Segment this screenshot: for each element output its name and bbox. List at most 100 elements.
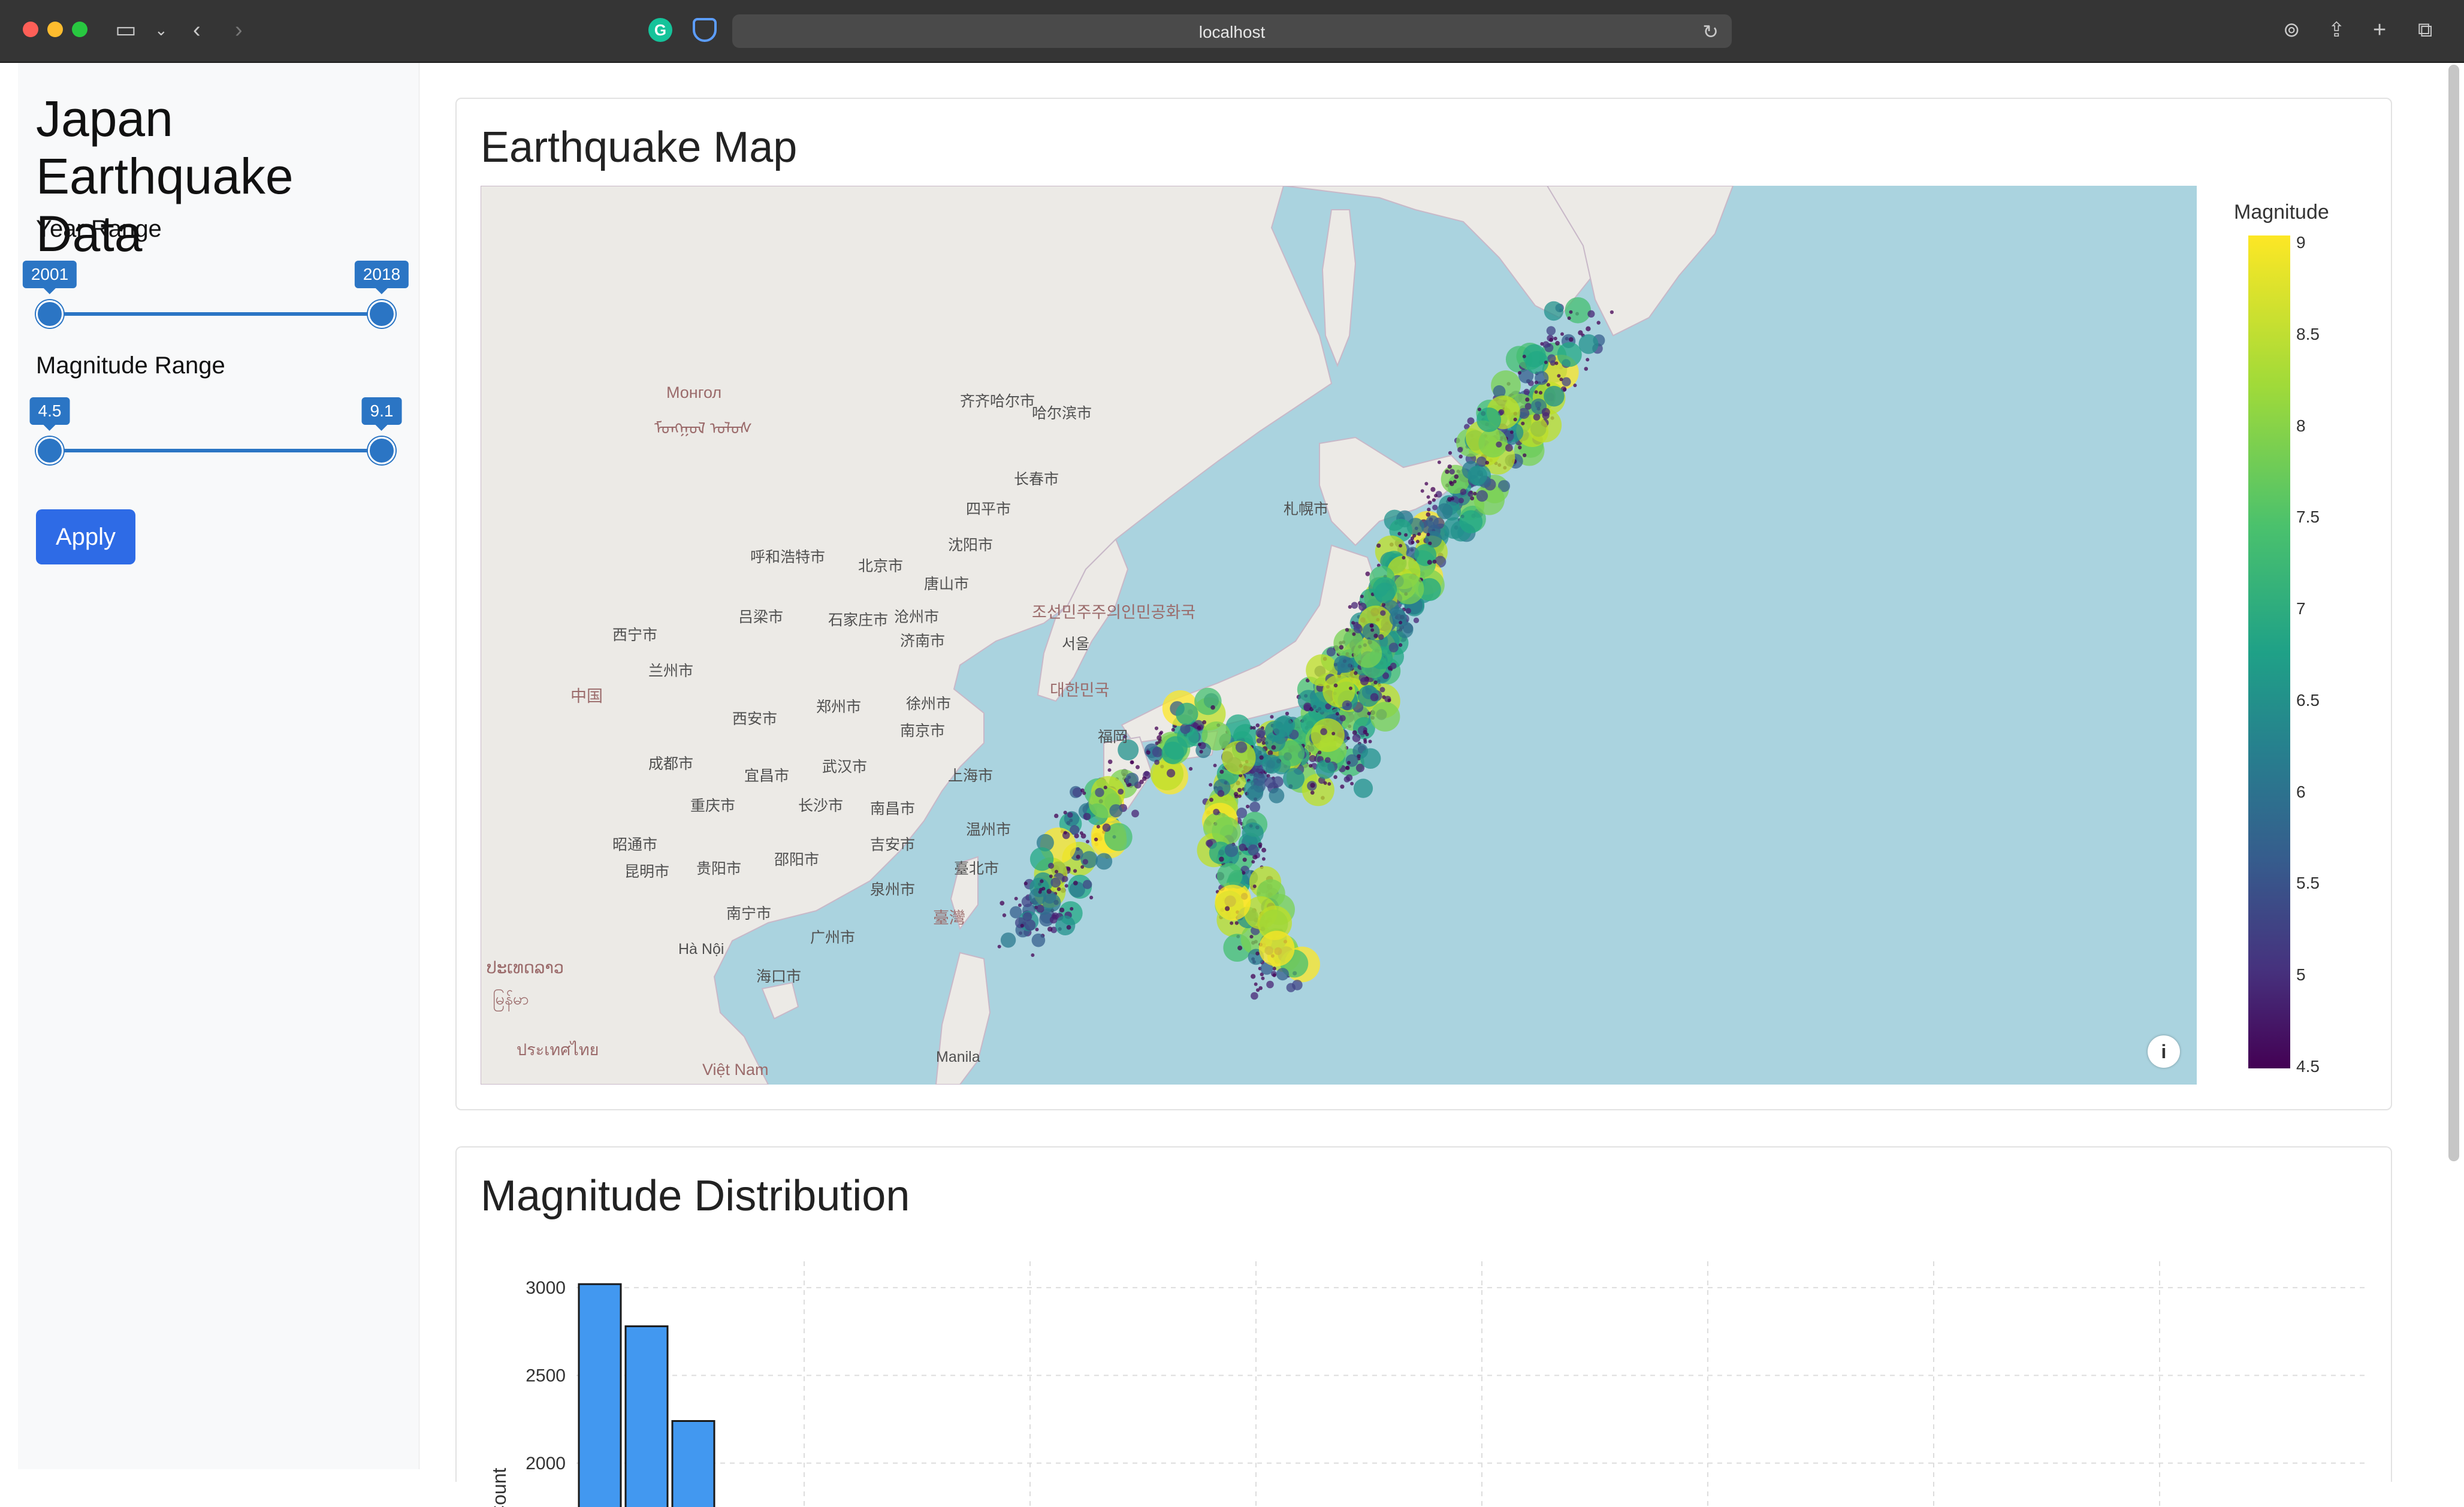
map-place-label: 徐州市	[906, 692, 951, 714]
colorbar-tick-label: 5.5	[2296, 874, 2320, 893]
map-place-label: 吕梁市	[738, 605, 783, 627]
histogram-bar[interactable]	[626, 1326, 668, 1507]
forward-arrow-icon[interactable]: ›	[235, 19, 243, 41]
earthquake-marker	[1428, 500, 1432, 505]
map-place-label: 武汉市	[822, 755, 867, 777]
earthquake-marker	[1568, 316, 1571, 320]
earthquake-marker	[1171, 728, 1175, 732]
earthquake-marker	[1125, 773, 1139, 787]
address-bar[interactable]: localhost ↻	[732, 14, 1732, 48]
sidebar-toggle-icon[interactable]: ▭	[115, 19, 137, 41]
earthquake-map[interactable]: Монголᠮᠤᠩᠭᠤᠯ ᠤᠯᠤᠰ中国조선민주주의인민공화국대한민국Việt N…	[481, 186, 2197, 1085]
earthquake-marker	[1331, 732, 1335, 735]
slider-track[interactable]	[49, 312, 382, 316]
year-min-handle[interactable]	[36, 300, 64, 328]
map-place-label: 重庆市	[690, 794, 735, 816]
back-arrow-icon[interactable]: ‹	[193, 19, 201, 41]
earthquake-marker	[1023, 912, 1032, 921]
magnitude-max-handle[interactable]	[368, 437, 395, 464]
slider-track[interactable]	[49, 449, 382, 452]
earthquake-marker	[1360, 677, 1369, 685]
earthquake-marker	[1251, 974, 1255, 979]
earthquake-marker	[1555, 341, 1560, 346]
apply-button[interactable]: Apply	[36, 509, 135, 564]
magnitude-range-slider[interactable]: 4.5 9.1	[36, 397, 395, 469]
colorbar-tick-label: 9	[2296, 233, 2306, 252]
share-icon[interactable]: ⇪	[2328, 19, 2345, 41]
map-place-label: ປະເທດລາວ	[487, 959, 564, 977]
map-place-label: 泉州市	[870, 878, 915, 899]
reload-icon[interactable]: ↻	[1702, 20, 1719, 43]
earthquake-marker	[1339, 645, 1344, 650]
earthquake-marker	[1365, 733, 1369, 736]
earthquake-marker	[1267, 774, 1270, 778]
earthquake-marker	[1373, 681, 1378, 685]
new-tab-icon[interactable]: +	[2373, 19, 2386, 41]
earthquake-marker	[1544, 361, 1548, 364]
minimize-window-button[interactable]	[47, 22, 63, 37]
earthquake-marker	[1055, 916, 1075, 935]
earthquake-marker	[1103, 823, 1111, 832]
earthquake-marker	[1159, 730, 1163, 734]
tab-overview-icon[interactable]: ⧉	[2418, 19, 2432, 41]
earthquake-marker	[1544, 343, 1553, 352]
earthquake-marker	[1478, 428, 1507, 457]
map-place-label: 沧州市	[894, 605, 939, 627]
earthquake-marker	[1273, 717, 1294, 738]
earthquake-marker	[1411, 536, 1414, 540]
shield-extension-icon[interactable]	[693, 18, 717, 42]
earthquake-marker	[1373, 577, 1397, 602]
page-scrollbar[interactable]	[2448, 65, 2459, 1161]
map-place-label: 南昌市	[870, 797, 915, 819]
histogram-bar[interactable]	[579, 1284, 621, 1507]
earthquake-marker	[1018, 904, 1022, 907]
earthquake-marker	[1043, 893, 1061, 912]
earthquake-marker	[1209, 798, 1213, 802]
earthquake-marker	[1136, 765, 1140, 769]
earthquake-marker	[1349, 687, 1352, 690]
earthquake-marker	[1272, 973, 1276, 977]
chevron-down-icon[interactable]: ⌄	[155, 19, 168, 41]
map-attribution-info-icon[interactable]: i	[2148, 1035, 2180, 1068]
earthquake-marker	[1327, 782, 1331, 786]
earthquake-marker	[1095, 853, 1112, 870]
earthquake-marker	[1261, 848, 1266, 853]
map-place-label: 广州市	[810, 926, 855, 947]
grammarly-extension-icon[interactable]: G	[648, 18, 672, 42]
earthquake-marker	[1130, 760, 1134, 765]
browser-toolbar: ▭ ⌄ ‹ › G localhost ↻ ⊚ ⇪ + ⧉	[0, 0, 2464, 63]
map-place-label: Монгол	[666, 383, 721, 402]
map-place-label: 海口市	[756, 965, 801, 986]
earthquake-marker	[1080, 831, 1083, 835]
year-max-handle[interactable]	[368, 300, 395, 328]
earthquake-marker	[1047, 889, 1052, 893]
zoom-window-button[interactable]	[72, 22, 87, 37]
download-icon[interactable]: ⊚	[2283, 19, 2300, 41]
close-window-button[interactable]	[23, 22, 38, 37]
earthquake-marker	[1272, 745, 1276, 750]
earthquake-marker	[1505, 444, 1513, 452]
earthquake-marker	[1524, 389, 1530, 395]
earthquake-marker	[1542, 408, 1550, 416]
earthquake-marker	[1246, 805, 1249, 808]
map-place-label: 昭通市	[612, 833, 657, 854]
earthquake-marker	[1354, 624, 1363, 633]
earthquake-marker	[1261, 977, 1265, 980]
map-place-label: 서울	[1062, 632, 1089, 654]
earthquake-marker	[1031, 953, 1034, 957]
earthquake-marker	[1360, 594, 1364, 598]
earthquake-marker	[1390, 609, 1407, 627]
histogram-bar[interactable]	[672, 1421, 714, 1507]
earthquake-marker	[1104, 786, 1107, 789]
colorbar-title: Magnitude	[2234, 201, 2329, 224]
earthquake-marker	[1476, 490, 1488, 502]
earthquake-marker	[1389, 643, 1399, 653]
earthquake-marker	[1206, 839, 1213, 847]
earthquake-marker	[1059, 908, 1064, 913]
magnitude-min-handle[interactable]	[36, 437, 64, 464]
earthquake-marker	[1176, 703, 1198, 725]
year-range-slider[interactable]: 2001 2018	[36, 261, 395, 333]
earthquake-marker	[1055, 870, 1058, 874]
magnitude-min-tooltip: 4.5	[30, 397, 70, 425]
earthquake-marker	[1236, 741, 1247, 753]
